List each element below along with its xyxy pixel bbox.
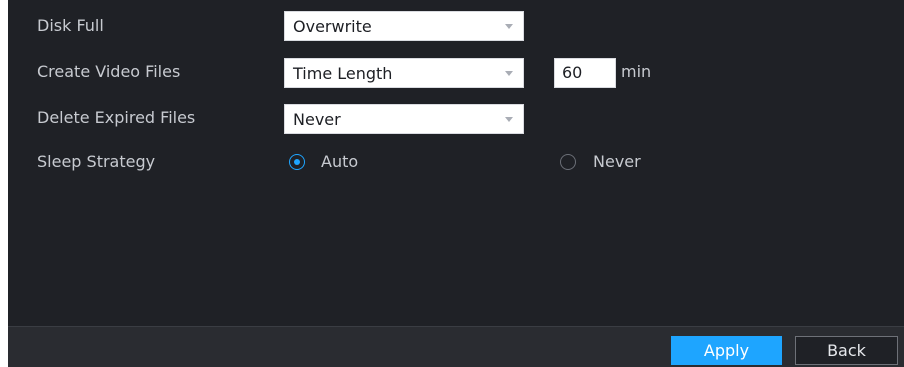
sleep-strategy-never-label[interactable]: Never [593,152,641,172]
sleep-strategy-auto-label[interactable]: Auto [321,152,358,172]
back-button[interactable]: Back [795,336,898,365]
disk-full-label: Disk Full [37,16,104,35]
sleep-strategy-never-radio[interactable] [560,154,576,170]
chevron-down-icon [505,117,513,122]
disk-full-select-value: Overwrite [293,17,372,36]
create-video-files-label: Create Video Files [37,62,181,81]
chevron-down-icon [505,24,513,29]
file-length-unit: min [621,62,652,81]
delete-expired-files-label: Delete Expired Files [37,108,196,127]
apply-button[interactable]: Apply [671,336,782,365]
record-settings-panel: Disk Full Overwrite Create Video Files T… [8,0,904,367]
chevron-down-icon [505,71,513,76]
sleep-strategy-auto-radio[interactable] [289,154,305,170]
create-video-files-select-value: Time Length [293,64,393,83]
create-video-files-select[interactable]: Time Length [284,58,524,88]
disk-full-select[interactable]: Overwrite [284,11,524,41]
footer-bar: Apply Back [8,326,904,367]
delete-expired-files-select-value: Never [293,110,341,129]
sleep-strategy-label: Sleep Strategy [37,152,156,171]
file-length-input[interactable]: 60 [554,58,616,88]
delete-expired-files-select[interactable]: Never [284,104,524,134]
